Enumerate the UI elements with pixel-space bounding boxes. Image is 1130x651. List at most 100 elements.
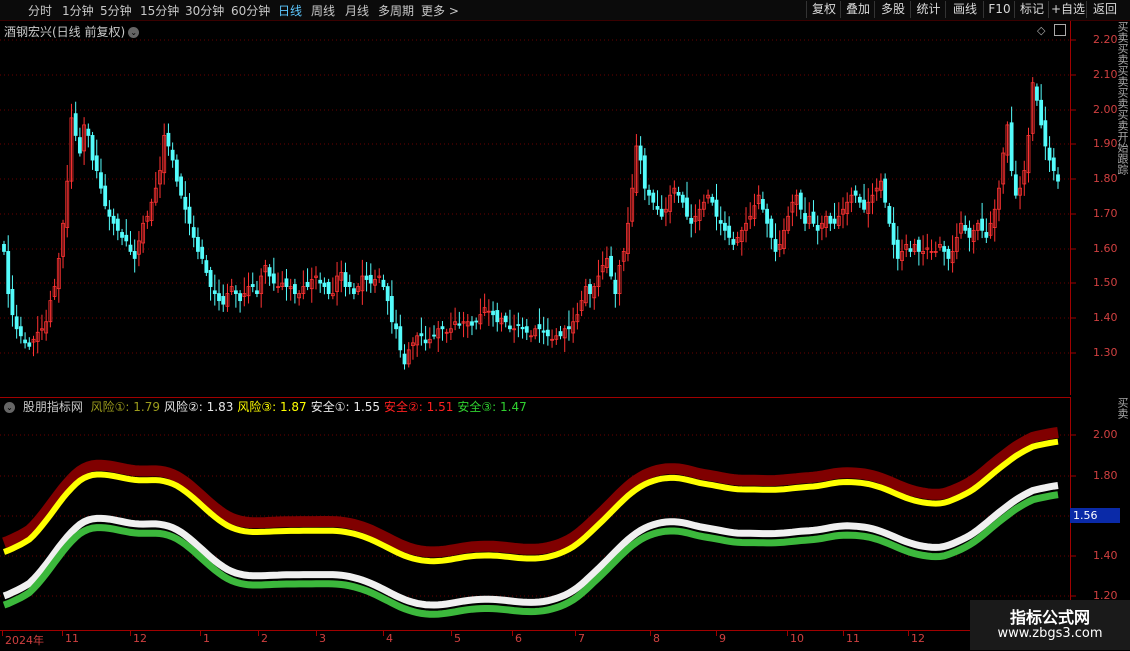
candle-body <box>132 251 137 259</box>
x-tick <box>62 631 63 636</box>
candle-body <box>857 196 862 203</box>
x-tick <box>575 631 576 636</box>
risk-line <box>2 438 1059 565</box>
x-tick-label: 2 <box>261 632 268 645</box>
candle-body <box>73 113 78 136</box>
y-tick-label: 1.80 <box>1093 469 1118 482</box>
candle-body <box>394 323 398 330</box>
candle-body <box>183 196 188 210</box>
candle-body <box>250 284 255 287</box>
signal-sidebar-lower: 买卖 <box>1118 397 1129 419</box>
candle-body <box>765 208 769 224</box>
candle-body <box>99 172 103 189</box>
candle-body <box>221 296 226 305</box>
price-tag: 1.56 <box>1070 508 1120 523</box>
y-tick-label: 2.10 <box>1093 68 1118 81</box>
candle-body <box>718 220 723 224</box>
candle-body <box>942 246 947 252</box>
candle-body <box>520 326 525 330</box>
candle-body <box>685 197 689 217</box>
candle-body <box>267 267 272 277</box>
candle-body <box>103 185 108 207</box>
candle-body <box>503 315 508 323</box>
candle-body <box>508 325 512 330</box>
candle-body <box>10 288 15 316</box>
candle-body <box>204 260 209 273</box>
candle-body <box>402 353 407 365</box>
candle-body <box>191 227 196 238</box>
candle-body <box>27 342 32 347</box>
watermark: 指标公式网 www.zbgs3.com <box>970 600 1130 650</box>
indicator-value: 安全②: 1.51 <box>384 400 454 414</box>
diamond-icon[interactable]: ◇ <box>1037 24 1045 37</box>
candle-body <box>398 326 403 351</box>
candle-body <box>828 215 833 224</box>
watermark-title: 指标公式网 <box>1009 608 1090 627</box>
candle-body <box>984 232 989 238</box>
candle-body <box>166 132 171 147</box>
candle-body <box>1051 157 1056 171</box>
candle-body <box>731 239 736 245</box>
chart-canvas <box>0 39 1076 618</box>
y-tick-label: 2.00 <box>1093 428 1118 441</box>
candle-body <box>980 218 985 231</box>
y-tick-label: 1.40 <box>1093 549 1118 562</box>
candle-body <box>659 208 664 217</box>
x-tick-label: 12 <box>911 632 925 645</box>
chevron-down-icon[interactable]: ⌄ <box>128 27 140 38</box>
candle-body <box>1009 122 1014 171</box>
window-toggle-icon[interactable] <box>1054 24 1066 36</box>
candle-body <box>187 206 192 224</box>
candle-body <box>908 248 913 252</box>
x-tick-label: 6 <box>515 632 522 645</box>
candle-body <box>120 232 124 238</box>
candle-body <box>217 293 221 302</box>
candle-body <box>545 329 550 337</box>
candle-body <box>179 176 183 196</box>
candle-body <box>111 215 116 224</box>
watermark-url: www.zbgs3.com <box>997 626 1103 641</box>
x-tick-label: 7 <box>578 632 585 645</box>
x-tick-label: 12 <box>133 632 147 645</box>
y-tick-label: 1.20 <box>1093 589 1118 602</box>
candle-body <box>364 275 369 280</box>
x-tick-label: 5 <box>454 632 461 645</box>
candle-body <box>128 244 133 252</box>
candle-body <box>1035 86 1039 101</box>
indicator-name[interactable]: 股朋指标网 <box>23 400 83 414</box>
candle-body <box>655 206 660 210</box>
candle-body <box>491 310 495 316</box>
indicator-value: 风险①: 1.79 <box>90 400 161 414</box>
candle-body <box>862 199 866 210</box>
candle-body <box>14 316 19 330</box>
chevron-down-icon[interactable]: ⌄ <box>4 402 15 413</box>
candle-body <box>773 239 778 252</box>
stock-title: 酒钢宏兴(日线 前复权) <box>4 25 126 39</box>
x-tick-label: 11 <box>846 632 860 645</box>
indicator-value: 安全①: 1.55 <box>310 400 381 414</box>
candle-body <box>638 145 643 161</box>
candle-body <box>689 217 694 224</box>
candle-body <box>305 281 310 287</box>
candle-body <box>1013 174 1018 196</box>
candle-body <box>90 135 95 161</box>
candle-body <box>537 324 542 330</box>
candle-body <box>558 331 563 337</box>
candle-body <box>647 189 651 196</box>
candle-body <box>895 239 900 259</box>
x-tick <box>258 631 259 636</box>
candle-body <box>352 288 356 295</box>
indicator-value: 安全③: 1.47 <box>457 400 527 414</box>
candle-body <box>967 227 972 238</box>
y-tick-label: 2.20 <box>1093 33 1118 46</box>
candle-body <box>710 196 715 203</box>
x-axis: 2024年 11 12 1 2 3 4 5 6 7 8 9 10 11 12 <box>0 630 1130 651</box>
candle-body <box>381 279 386 287</box>
candle-body <box>803 213 807 224</box>
candle-body <box>524 326 529 333</box>
x-tick <box>650 631 651 636</box>
candle-body <box>1039 99 1044 126</box>
candle-body <box>1047 147 1052 161</box>
candle-body <box>815 225 820 231</box>
y-tick-label: 1.40 <box>1093 311 1118 324</box>
